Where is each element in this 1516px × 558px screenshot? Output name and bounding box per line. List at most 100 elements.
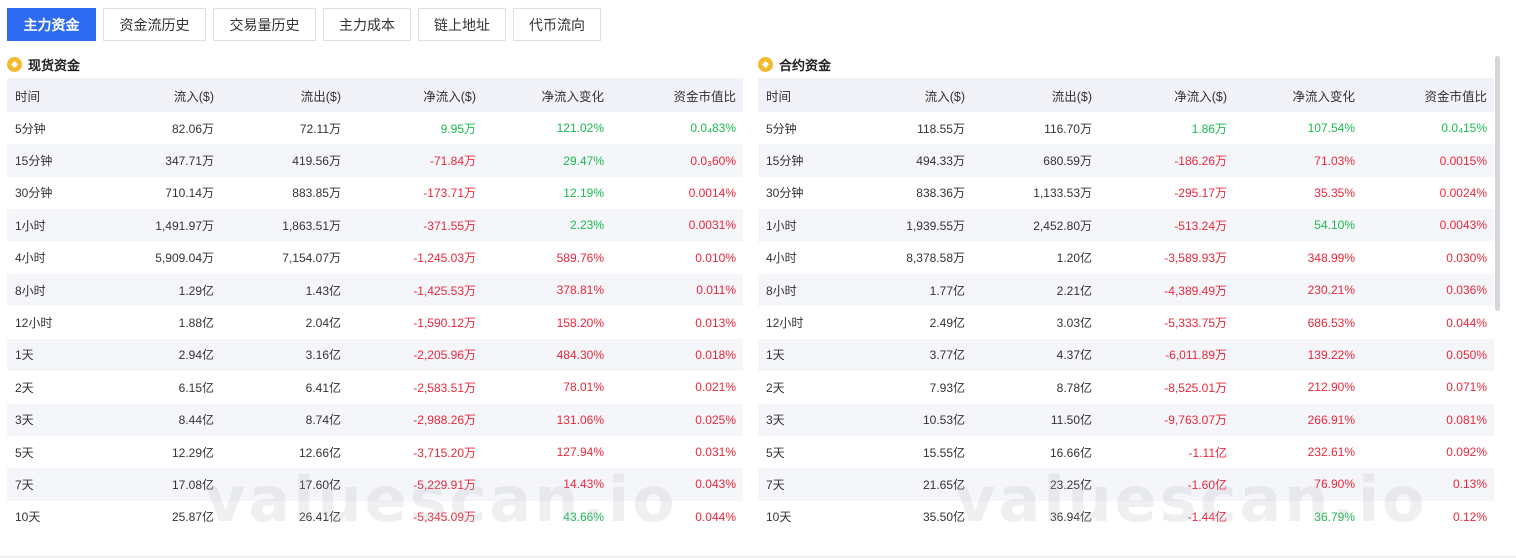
tab-fund-flow-history[interactable]: 资金流历史 xyxy=(103,8,206,41)
cell-fund-mcap-ratio: 0.025% xyxy=(695,412,736,427)
cell-net-inflow-change: 484.30% xyxy=(556,347,604,362)
cell-net-inflow: -1,245.03万 xyxy=(413,251,476,266)
cell-net-inflow: -173.71万 xyxy=(423,186,476,201)
table-row: 2天 7.93亿 8.78亿 -8,525.01万 212.90% 0.071% xyxy=(758,371,1494,403)
spot-funds-title: 现货资金 xyxy=(7,53,743,75)
tab-token-flow[interactable]: 代币流向 xyxy=(513,8,601,41)
cell-net-inflow: -5,345.09万 xyxy=(413,510,476,525)
cell-time: 4小时 xyxy=(15,251,46,266)
cell-net-inflow: -1,425.53万 xyxy=(413,283,476,298)
cell-inflow: 15.55亿 xyxy=(922,445,965,460)
tab-volume-history[interactable]: 交易量历史 xyxy=(213,8,316,41)
cell-fund-mcap-ratio: 0.071% xyxy=(1446,380,1487,395)
contract-funds-body: 5分钟 118.55万 116.70万 1.86万 107.54% 0.0₄15% 15分钟… xyxy=(758,112,1494,533)
cell-inflow: 1.88亿 xyxy=(178,316,214,331)
cell-outflow: 1,133.53万 xyxy=(1033,186,1092,201)
cell-net-inflow: 9.95万 xyxy=(440,121,476,136)
spot-funds-body: 5分钟 82.06万 72.11万 9.95万 121.02% 0.0₄83% 15分钟 34… xyxy=(7,112,743,533)
cell-inflow: 21.65亿 xyxy=(922,477,965,492)
cell-fund-mcap-ratio: 0.0015% xyxy=(1439,153,1487,168)
cell-net-inflow: -4,389.49万 xyxy=(1164,283,1227,298)
cell-time: 3天 xyxy=(15,413,34,428)
cell-inflow: 5,909.04万 xyxy=(155,251,214,266)
table-row: 4小时 8,378.58万 1.20亿 -3,589.93万 348.99% 0.030% xyxy=(758,242,1494,274)
cell-fund-mcap-ratio: 0.021% xyxy=(695,380,736,395)
header-outflow: 流出($) xyxy=(300,89,341,104)
cell-fund-mcap-ratio: 0.044% xyxy=(1446,315,1487,330)
tab-onchain-address[interactable]: 链上地址 xyxy=(418,8,506,41)
cell-net-inflow-change: 131.06% xyxy=(556,412,604,427)
cell-outflow: 1,863.51万 xyxy=(282,218,341,233)
vertical-scrollbar[interactable] xyxy=(1495,56,1500,311)
table-row: 10天 35.50亿 36.94亿 -1.44亿 36.79% 0.12% xyxy=(758,501,1494,533)
cell-time: 2天 xyxy=(15,380,34,395)
contract-funds-title-text: 合约资金 xyxy=(779,57,832,73)
cell-outflow: 3.16亿 xyxy=(305,348,341,363)
table-row: 5分钟 82.06万 72.11万 9.95万 121.02% 0.0₄83% xyxy=(7,112,743,144)
table-row: 8小时 1.77亿 2.21亿 -4,389.49万 230.21% 0.036% xyxy=(758,273,1494,307)
cell-inflow: 8.44亿 xyxy=(178,413,214,428)
bnb-coin-icon xyxy=(7,56,22,72)
cell-net-inflow: -513.24万 xyxy=(1174,218,1227,233)
cell-net-inflow-change: 266.91% xyxy=(1307,412,1355,427)
table-row: 12小时 2.49亿 3.03亿 -5,333.75万 686.53% 0.044% xyxy=(758,306,1494,338)
cell-inflow: 1.77亿 xyxy=(929,283,965,298)
header-fund-mcap-ratio: 资金市值比 xyxy=(1424,89,1487,104)
cell-net-inflow: -9,763.07万 xyxy=(1164,413,1227,428)
cell-fund-mcap-ratio: 0.092% xyxy=(1446,445,1487,460)
cell-net-inflow: -3,589.93万 xyxy=(1164,251,1227,266)
cell-fund-mcap-ratio: 0.0031% xyxy=(688,218,736,233)
cell-net-inflow: 1.86万 xyxy=(1191,121,1227,136)
header-time: 时间 xyxy=(15,89,41,104)
cell-net-inflow-change: 589.76% xyxy=(556,250,604,265)
bnb-coin-icon xyxy=(758,56,773,72)
tab-main-cost[interactable]: 主力成本 xyxy=(323,8,411,41)
spot-funds-title-text: 现货资金 xyxy=(28,57,81,73)
cell-outflow: 11.50亿 xyxy=(1050,413,1092,428)
cell-fund-mcap-ratio: 0.043% xyxy=(695,477,736,492)
cell-inflow: 1,939.55万 xyxy=(906,218,965,233)
table-row: 1天 2.94亿 3.16亿 -2,205.96万 484.30% 0.018% xyxy=(7,338,743,372)
cell-inflow: 35.50亿 xyxy=(922,510,965,525)
cell-inflow: 838.36万 xyxy=(916,186,965,201)
cell-time: 15分钟 xyxy=(766,154,804,169)
cell-outflow: 680.59万 xyxy=(1043,154,1092,169)
cell-inflow: 10.53亿 xyxy=(922,413,965,428)
cell-inflow: 1.29亿 xyxy=(178,283,214,298)
cell-time: 30分钟 xyxy=(766,186,804,201)
table-row: 5天 12.29亿 12.66亿 -3,715.20万 127.94% 0.031% xyxy=(7,436,743,468)
cell-net-inflow-change: 139.22% xyxy=(1307,347,1355,362)
cell-inflow: 118.55万 xyxy=(917,121,965,136)
cell-time: 8小时 xyxy=(15,283,46,298)
cell-net-inflow-change: 686.53% xyxy=(1307,315,1355,330)
table-row: 8小时 1.29亿 1.43亿 -1,425.53万 378.81% 0.011% xyxy=(7,273,743,307)
cell-net-inflow: -5,229.91万 xyxy=(413,477,476,492)
cell-fund-mcap-ratio: 0.018% xyxy=(695,347,736,362)
cell-time: 5分钟 xyxy=(15,121,46,136)
cell-net-inflow-change: 12.19% xyxy=(563,185,604,200)
contract-funds-table: 时间 流入($) 流出($) 净流入($) 净流入变化 资金市值比 5分钟 118… xyxy=(758,78,1494,533)
cell-fund-mcap-ratio: 0.010% xyxy=(695,250,736,265)
cell-time: 12小时 xyxy=(15,316,53,331)
cell-net-inflow: -371.55万 xyxy=(423,218,476,233)
cell-net-inflow: -6,011.89万 xyxy=(1165,348,1227,363)
table-header-row: 时间 流入($) 流出($) 净流入($) 净流入变化 资金市值比 xyxy=(7,78,743,112)
cell-time: 15分钟 xyxy=(15,154,53,169)
cell-fund-mcap-ratio: 0.081% xyxy=(1446,412,1487,427)
cell-net-inflow-change: 127.94% xyxy=(556,445,604,460)
cell-net-inflow-change: 43.66% xyxy=(563,509,604,524)
cell-outflow: 1.43亿 xyxy=(305,283,341,298)
cell-inflow: 494.33万 xyxy=(916,154,965,169)
cell-net-inflow: -1.11亿 xyxy=(1188,445,1227,460)
cell-fund-mcap-ratio: 0.036% xyxy=(1446,283,1487,298)
cell-outflow: 6.41亿 xyxy=(305,380,341,395)
cell-fund-mcap-ratio: 0.050% xyxy=(1446,347,1487,362)
cell-time: 10天 xyxy=(15,510,41,525)
cell-outflow: 72.11万 xyxy=(299,121,341,136)
cell-time: 3天 xyxy=(766,413,785,428)
cell-net-inflow: -1.44亿 xyxy=(1187,510,1227,525)
tab-main-funds[interactable]: 主力资金 xyxy=(7,8,96,41)
cell-inflow: 8,378.58万 xyxy=(906,251,965,266)
cell-outflow: 2.21亿 xyxy=(1056,283,1092,298)
cell-outflow: 12.66亿 xyxy=(298,445,341,460)
